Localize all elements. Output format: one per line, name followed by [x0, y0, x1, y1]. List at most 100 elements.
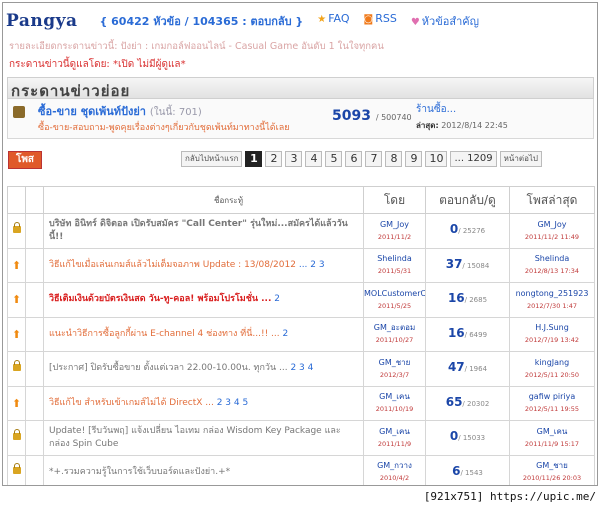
subforum-name[interactable]: ซื้อ-ขาย ชุดเพ้นท์ปังย่า (ในนี้: 701) [38, 102, 202, 120]
topic-pages[interactable]: 2 3 4 5 [217, 398, 249, 408]
topic-pages[interactable]: 2 [283, 329, 289, 339]
row-last-cell: kingJang 2012/5/11 20:50 [509, 351, 595, 387]
topic-author[interactable]: Shelinda [364, 252, 425, 265]
topic-link[interactable]: วิธีเติมเงินด้วยบัตรเงินสด วัน-ทู-คอล! พ… [49, 294, 271, 304]
table-row[interactable]: ⬆ วิธีแก้ไขเมื่อเล่นเกมส์แล้วไม่เต็มจอภาพ… [7, 247, 595, 283]
first-page-button[interactable]: กลับไปหน้าแรก [181, 151, 243, 167]
post-button[interactable]: โพส [8, 151, 42, 169]
topic-author[interactable]: GM_Joy [364, 218, 425, 231]
topic-link[interactable]: *+.รวมความรู้ในการใช้เว็บบอร์ดและปังย่า.… [49, 467, 230, 477]
page-2[interactable]: 2 [265, 151, 283, 167]
view-count: / 15033 [458, 434, 486, 443]
page-10[interactable]: 10 [425, 151, 448, 167]
reply-count: 0/ 25276 [450, 222, 485, 236]
rss-link[interactable]: ◙ RSS [364, 12, 397, 30]
reply-number: 16 [447, 325, 465, 340]
last-page-button[interactable]: ... 1209 [450, 151, 497, 167]
board-title-bar: กระดานข่าวย่อย [7, 77, 594, 100]
page-3[interactable]: 3 [285, 151, 303, 167]
row-subject-cell: วิธีแก้ไขเมื่อเล่นเกมส์แล้วไม่เต็มจอภาพ … [43, 247, 364, 283]
footer-text: [921x751] https://upic.me/ [423, 490, 596, 503]
topic-author[interactable]: GM_เคน [364, 390, 425, 403]
topic-author[interactable]: GM_เคน [364, 425, 425, 438]
table-row[interactable]: [ประกาศ] ปิดรับซื้อขาย ตั้งแต่เวลา 22.00… [7, 351, 595, 387]
row-last-cell: GM_ชาย 2010/11/26 20:03 [509, 454, 595, 485]
sticky-arrow-icon: ⬆ [11, 293, 22, 307]
important-topics-link[interactable]: ♥ หัวข้อสำคัญ [411, 12, 479, 30]
page-8[interactable]: 8 [385, 151, 403, 167]
last-poster[interactable]: GM_ชาย [510, 459, 594, 472]
table-row[interactable]: ⬆ วิธีเติมเงินด้วยบัตรเงินสด วัน-ทู-คอล! … [7, 282, 595, 318]
topic-link[interactable]: วิธีแก้ไขเมื่อเล่นเกมส์แล้วไม่เต็มจอภาพ … [49, 260, 296, 270]
important-topics-label: หัวข้อสำคัญ [421, 15, 479, 28]
header-icon-col [7, 186, 26, 214]
row-last-cell: GM_Joy 2011/11/2 11:49 [509, 213, 595, 249]
topic-link[interactable]: แนะนำวิธีการซื้อลูกกี้ผ่าน E-channel 4 ช… [49, 329, 280, 339]
row-replies-cell: 0/ 15033 [425, 420, 510, 456]
row-status-cell: ⬆ [7, 385, 26, 421]
board-stats: { 60422 หัวข้อ / 104365 : ตอบกลับ } [99, 15, 304, 28]
reply-number: 37 [445, 256, 463, 271]
page-1[interactable]: 1 [245, 151, 263, 167]
topic-link[interactable]: วิธีแก้ไข สำหรับเข้าเกมส์ไม่ได้ DirectX … [49, 398, 214, 408]
last-poster[interactable]: Shelinda [510, 252, 594, 265]
topic-pages[interactable]: ... 2 3 [299, 260, 325, 270]
topic-link[interactable]: Update! [รีบวันพฤ] แจ้งเปลี่ยน ไอเทม กล่… [49, 426, 341, 449]
subforum-last-post[interactable]: ร้านซื้อ... [416, 102, 456, 117]
last-poster[interactable]: gafiw piriya [510, 390, 594, 403]
top-links: ★ FAQ ◙ RSS ♥ หัวข้อสำคัญ [317, 12, 479, 30]
view-count: / 15084 [462, 261, 490, 270]
row-by-cell: GM_ชาย 2012/3/7 [363, 351, 426, 387]
subforum-last-date-value: 2012/8/14 22:45 [441, 121, 508, 130]
next-page-button[interactable]: หน้าต่อไป [499, 151, 542, 167]
topic-pages[interactable]: 2 [274, 294, 280, 304]
topic-link[interactable]: [ประกาศ] ปิดรับซื้อขาย ตั้งแต่เวลา 22.00… [49, 363, 288, 373]
table-row[interactable]: ⬆ วิธีแก้ไข สำหรับเข้าเกมส์ไม่ได้ DirectX… [7, 385, 595, 421]
folder-icon [13, 106, 25, 118]
row-last-cell: GM_เคน 2011/11/9 15:17 [509, 420, 595, 456]
footer-bar: [921x751] https://upic.me/ [0, 487, 600, 507]
page-6[interactable]: 6 [345, 151, 363, 167]
lock-icon [12, 463, 21, 475]
table-row[interactable]: บริษัท อินิทร์ ดิจิตอล เปิดรับสมัคร "Cal… [7, 213, 595, 249]
row-replies-cell: 16/ 2685 [425, 282, 510, 318]
lock-icon [12, 359, 21, 371]
table-row[interactable]: Update! [รีบวันพฤ] แจ้งเปลี่ยน ไอเทม กล่… [7, 420, 595, 456]
row-last-cell: H.J.Sung 2012/7/19 13:42 [509, 316, 595, 352]
last-poster[interactable]: GM_Joy [510, 218, 594, 231]
subforum-row[interactable]: ซื้อ-ขาย ชุดเพ้นท์ปังย่า (ในนี้: 701) ซื… [7, 99, 594, 139]
header-replies: ตอบกลับ/ดู [425, 186, 510, 214]
reply-count: 37/ 15084 [446, 257, 490, 271]
header-last: โพสล่าสุด [509, 186, 595, 214]
last-post-date: 2011/11/2 11:49 [524, 232, 580, 241]
last-poster[interactable]: kingJang [510, 356, 594, 369]
page-4[interactable]: 4 [305, 151, 323, 167]
row-icon-cell [25, 420, 44, 456]
table-row[interactable]: ⬆ แนะนำวิธีการซื้อลูกกี้ผ่าน E-channel 4 … [7, 316, 595, 352]
last-poster[interactable]: GM_เคน [510, 425, 594, 438]
topic-author[interactable]: MOLCustomerCar [364, 287, 425, 300]
topic-author[interactable]: GM_ชาย [364, 356, 425, 369]
topic-author[interactable]: GM_กวาง [364, 459, 425, 472]
topic-author[interactable]: GM_อะตอม [364, 321, 425, 334]
row-subject-cell: บริษัท อินิทร์ ดิจิตอล เปิดรับสมัคร "Cal… [43, 213, 364, 249]
last-poster[interactable]: H.J.Sung [510, 321, 594, 334]
row-replies-cell: 37/ 15084 [425, 247, 510, 283]
faq-link[interactable]: ★ FAQ [317, 12, 349, 30]
last-poster[interactable]: nongtong_251923 [510, 287, 594, 300]
topic-pages[interactable]: 2 3 4 [290, 363, 313, 373]
row-by-cell: GM_กวาง 2010/4/2 [363, 454, 426, 485]
page-7[interactable]: 7 [365, 151, 383, 167]
table-row[interactable]: *+.รวมความรู้ในการใช้เว็บบอร์ดและปังย่า.… [7, 454, 595, 485]
reply-count: 6/ 1543 [452, 464, 483, 478]
logo[interactable]: Pangya [6, 11, 77, 31]
row-status-cell [7, 454, 26, 485]
row-subject-cell: *+.รวมความรู้ในการใช้เว็บบอร์ดและปังย่า.… [43, 454, 364, 485]
table-header: ชื่อกระทู้ โดย ตอบกลับ/ดู โพสล่าสุด [7, 186, 595, 214]
row-icon-cell [25, 247, 44, 283]
page-5[interactable]: 5 [325, 151, 343, 167]
topic-link[interactable]: บริษัท อินิทร์ ดิจิตอล เปิดรับสมัคร "Cal… [49, 219, 348, 242]
page-9[interactable]: 9 [405, 151, 423, 167]
sticky-arrow-icon: ⬆ [11, 396, 22, 410]
view-count: / 6499 [464, 330, 488, 339]
